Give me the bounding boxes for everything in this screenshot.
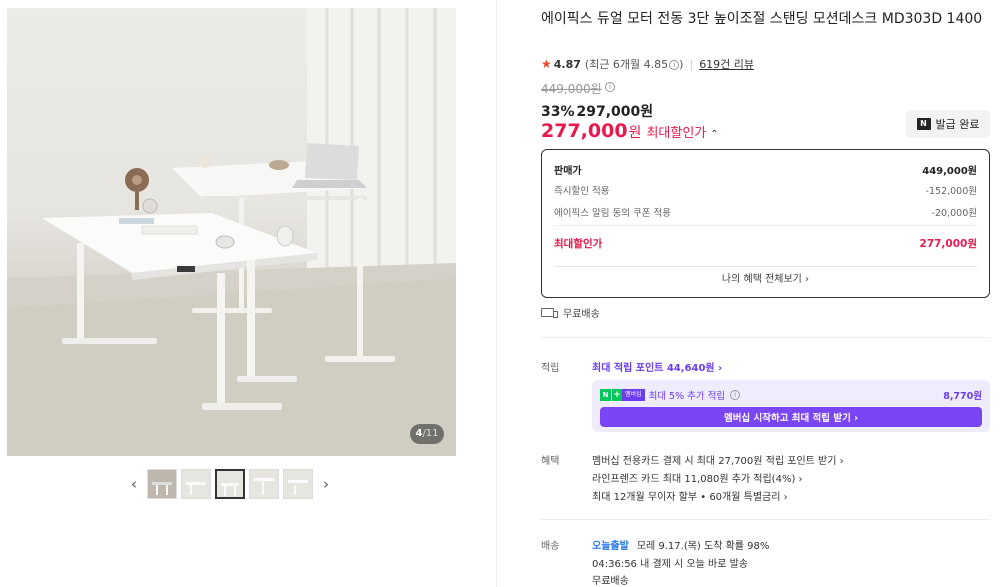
- max-discount-row[interactable]: 277,000 원 최대할인가 ⌃: [541, 120, 719, 142]
- naver-n-icon: N: [600, 389, 611, 401]
- star-icon: ★: [541, 57, 552, 71]
- thumbnail[interactable]: [181, 469, 211, 499]
- divider: [541, 337, 990, 338]
- price-row-list: 판매가 449,000원: [554, 162, 977, 177]
- recent-rating-close: ): [679, 58, 684, 71]
- benefit-installment-link[interactable]: 최대 12개월 무이자 할부 • 60개월 특별금리 ›: [592, 488, 788, 503]
- benefit-card-link[interactable]: 라인프렌즈 카드 최대 11,080원 추가 적립(4%) ›: [592, 470, 803, 485]
- free-shipping-label: 무료배송: [563, 309, 600, 320]
- truck-icon: [541, 308, 558, 318]
- recent-rating: (최근 6개월 4.85 i): [585, 56, 684, 72]
- thumbnail-active[interactable]: [215, 469, 245, 499]
- chevron-up-icon[interactable]: ⌃: [710, 129, 718, 140]
- discount-label: 즉시할인 적용: [554, 186, 610, 197]
- max-price-label: 최대할인가: [646, 126, 707, 141]
- benefit-card-link[interactable]: 멤버십 전용카드 결제 시 최대 27,700원 적립 포인트 받기 ›: [592, 452, 844, 467]
- chevron-left-icon[interactable]: ‹: [125, 468, 143, 500]
- membership-row: N + 멤버십 최대 5% 추가 적립 i 8,770원: [600, 388, 982, 402]
- sale-price-row: 33% 297,000원: [541, 101, 653, 121]
- thumbnail-strip: ‹ ›: [125, 468, 335, 500]
- desk-illustration: [7, 8, 456, 456]
- ship-today-label: 오늘출발: [592, 541, 629, 552]
- thumbnail[interactable]: [147, 469, 177, 499]
- discount-percent: 33%: [541, 104, 575, 120]
- max-discount-label: 최대할인가: [554, 238, 603, 250]
- info-icon[interactable]: i: [730, 390, 741, 400]
- coupon-issued-button[interactable]: N 발급 완료: [906, 110, 990, 138]
- review-count-link[interactable]: 619건 리뷰: [699, 56, 754, 72]
- delivery-today-row: 오늘출발 모레 9.17.(목) 도착 확률 98%: [592, 537, 769, 552]
- ship-countdown: 04:36:56 내 결제 시 오늘 바로 발송: [592, 559, 748, 570]
- max-price: 277,000: [541, 120, 628, 142]
- price-breakdown-box: 판매가 449,000원 즉시할인 적용 -152,000원 에이픽스 알림 동…: [541, 149, 990, 298]
- divider: [554, 225, 977, 226]
- list-price-label: 판매가: [554, 166, 582, 177]
- original-price: 449,000원: [541, 82, 602, 96]
- list-price-value: 449,000원: [922, 166, 977, 177]
- delivery-fee: 무료배송: [592, 576, 629, 587]
- sale-price: 297,000원: [576, 104, 654, 120]
- info-icon[interactable]: i: [669, 60, 680, 70]
- free-shipping-row: 무료배송: [541, 305, 600, 320]
- membership-amount: 8,770원: [943, 391, 982, 402]
- max-discount-value: 277,000원: [919, 238, 977, 250]
- info-icon[interactable]: i: [605, 82, 615, 92]
- coupon-label: 에이픽스 알림 동의 쿠폰 적용: [554, 208, 671, 219]
- discount-value: -152,000원: [925, 186, 977, 197]
- max-price-unit: 원: [628, 125, 642, 141]
- membership-box: N + 멤버십 최대 5% 추가 적립 i 8,770원 멤버십 시작하고 최대 …: [592, 380, 990, 432]
- price-row-instant-discount: 즉시할인 적용 -152,000원: [554, 183, 977, 197]
- membership-badge-label: 멤버십: [622, 389, 645, 401]
- view-all-benefits-button[interactable]: 나의 혜택 전체보기 ›: [554, 266, 977, 288]
- naver-n-icon: N: [916, 118, 931, 130]
- divider: [541, 519, 990, 520]
- membership-start-button[interactable]: 멤버십 시작하고 최대 적립 받기 ›: [600, 407, 982, 427]
- column-divider: [496, 0, 497, 587]
- rating-score: 4.87: [553, 57, 581, 71]
- naver-plus-badge: N + 멤버십: [600, 389, 645, 401]
- price-row-max: 최대할인가 277,000원: [554, 236, 977, 251]
- image-counter-total: /11: [422, 428, 439, 439]
- chevron-right-icon[interactable]: ›: [317, 468, 335, 500]
- coupon-button-label: 발급 완료: [935, 118, 980, 131]
- rating-row: ★ 4.87 (최근 6개월 4.85 i) | 619건 리뷰: [541, 56, 754, 72]
- benefits-label: 혜택: [541, 456, 560, 467]
- divider: |: [689, 57, 694, 71]
- thumbnail[interactable]: [283, 469, 313, 499]
- membership-text: 최대 5% 추가 적립: [648, 391, 726, 402]
- max-points-link[interactable]: 최대 적립 포인트 44,640원 ›: [592, 359, 722, 374]
- points-label: 적립: [541, 363, 560, 374]
- delivery-label: 배송: [541, 541, 560, 552]
- plus-icon: +: [611, 389, 622, 401]
- product-main-image[interactable]: 4/11: [7, 8, 456, 456]
- price-row-coupon: 에이픽스 알림 동의 쿠폰 적용 -20,000원: [554, 205, 977, 219]
- product-title: 에이픽스 듀얼 모터 전동 3단 높이조절 스탠딩 모션데스크 MD303D 1…: [541, 11, 983, 27]
- recent-rating-text: (최근 6개월 4.85: [584, 58, 669, 71]
- image-counter: 4/11: [410, 424, 444, 444]
- thumbnail[interactable]: [249, 469, 279, 499]
- coupon-value: -20,000원: [931, 208, 977, 219]
- delivery-eta: 모레 9.17.(목) 도착 확률 98%: [636, 541, 770, 552]
